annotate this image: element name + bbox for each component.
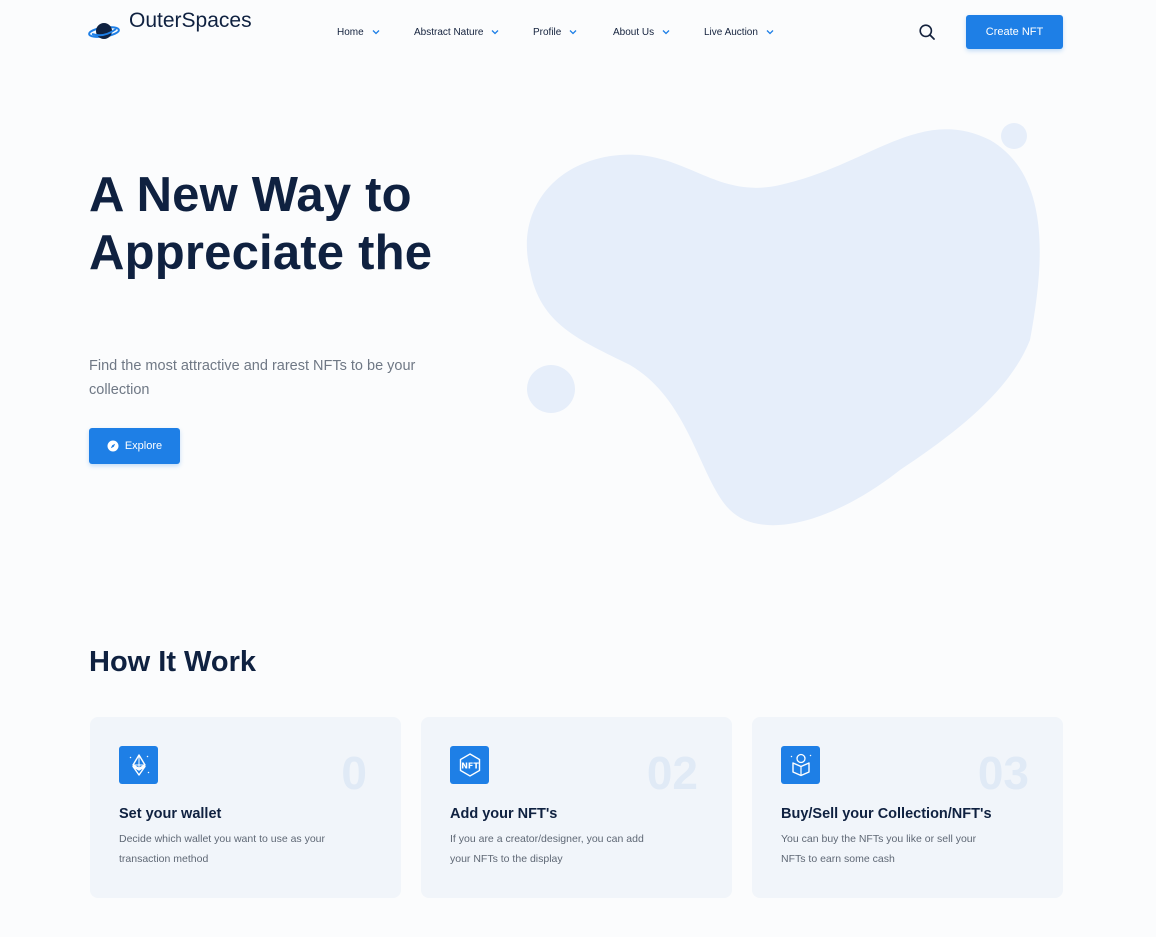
card-description: Decide which wallet you want to use as y… bbox=[119, 833, 326, 865]
card-description: You can buy the NFTs you like or sell yo… bbox=[781, 833, 977, 865]
how-card-wallet: 0 Set your wallet Decide which wallet yo… bbox=[90, 717, 401, 898]
create-nft-button[interactable]: Create NFT bbox=[966, 15, 1063, 49]
chevron-down-icon bbox=[662, 29, 670, 35]
card-title: Set your wallet bbox=[119, 806, 222, 822]
brand-name: OuterSpaces bbox=[129, 9, 252, 32]
explore-button[interactable]: Explore bbox=[89, 428, 180, 464]
step-number: 02 bbox=[646, 747, 698, 799]
nav-item-home[interactable]: Home bbox=[337, 24, 414, 40]
nav-item-profile[interactable]: Profile bbox=[533, 24, 613, 40]
step-number: 03 bbox=[977, 747, 1029, 799]
box-icon bbox=[781, 746, 820, 784]
hero-title-line: A New Way to bbox=[89, 168, 412, 222]
how-card-add-nft: NFT 02 Add your NFT's If you are a creat… bbox=[421, 717, 732, 898]
card-title: Add your NFT's bbox=[450, 806, 558, 822]
nav-item-abstract-nature[interactable]: Abstract Nature bbox=[414, 24, 533, 40]
nav-item-live-auction[interactable]: Live Auction bbox=[704, 24, 794, 40]
explore-label: Explore bbox=[124, 440, 163, 452]
page: OuterSpaces Home Abstract Nature Profile… bbox=[0, 0, 1156, 937]
nav-item-label: About Us bbox=[613, 26, 655, 38]
hero-title-line: Appreciate the bbox=[89, 226, 433, 280]
nav-item-label: Home bbox=[337, 26, 364, 38]
chevron-down-icon bbox=[766, 29, 774, 35]
card-title: Buy/Sell your Collection/NFT's bbox=[781, 806, 992, 822]
chevron-down-icon bbox=[372, 29, 380, 35]
logo[interactable]: OuterSpaces bbox=[88, 8, 252, 42]
svg-text:NFT: NFT bbox=[461, 762, 479, 771]
card-description: If you are a creator/designer, you can a… bbox=[450, 833, 644, 865]
ethereum-icon bbox=[119, 746, 158, 784]
nav-item-label: Profile bbox=[533, 26, 562, 38]
step-number: 0 bbox=[341, 747, 367, 799]
search-icon[interactable] bbox=[918, 23, 936, 41]
hero-blob-illustration bbox=[526, 123, 1040, 526]
nav-item-label: Live Auction bbox=[704, 26, 758, 38]
nft-icon: NFT bbox=[450, 746, 489, 784]
nav-item-about-us[interactable]: About Us bbox=[613, 24, 704, 40]
planet-logo-icon bbox=[88, 23, 120, 39]
nav-item-label: Abstract Nature bbox=[414, 26, 484, 38]
hero-subtitle: Find the most attractive and rarest NFTs… bbox=[89, 358, 416, 398]
chevron-down-icon bbox=[491, 29, 499, 35]
hero-title: A New Way to Appreciate the bbox=[89, 166, 509, 282]
chevron-down-icon bbox=[569, 29, 577, 35]
how-card-buy-sell: 03 Buy/Sell your Collection/NFT's You ca… bbox=[752, 717, 1063, 898]
section-title: How It Work bbox=[89, 646, 257, 678]
main-nav: Home Abstract Nature Profile About Us Li… bbox=[337, 24, 794, 40]
compass-icon bbox=[107, 440, 119, 452]
